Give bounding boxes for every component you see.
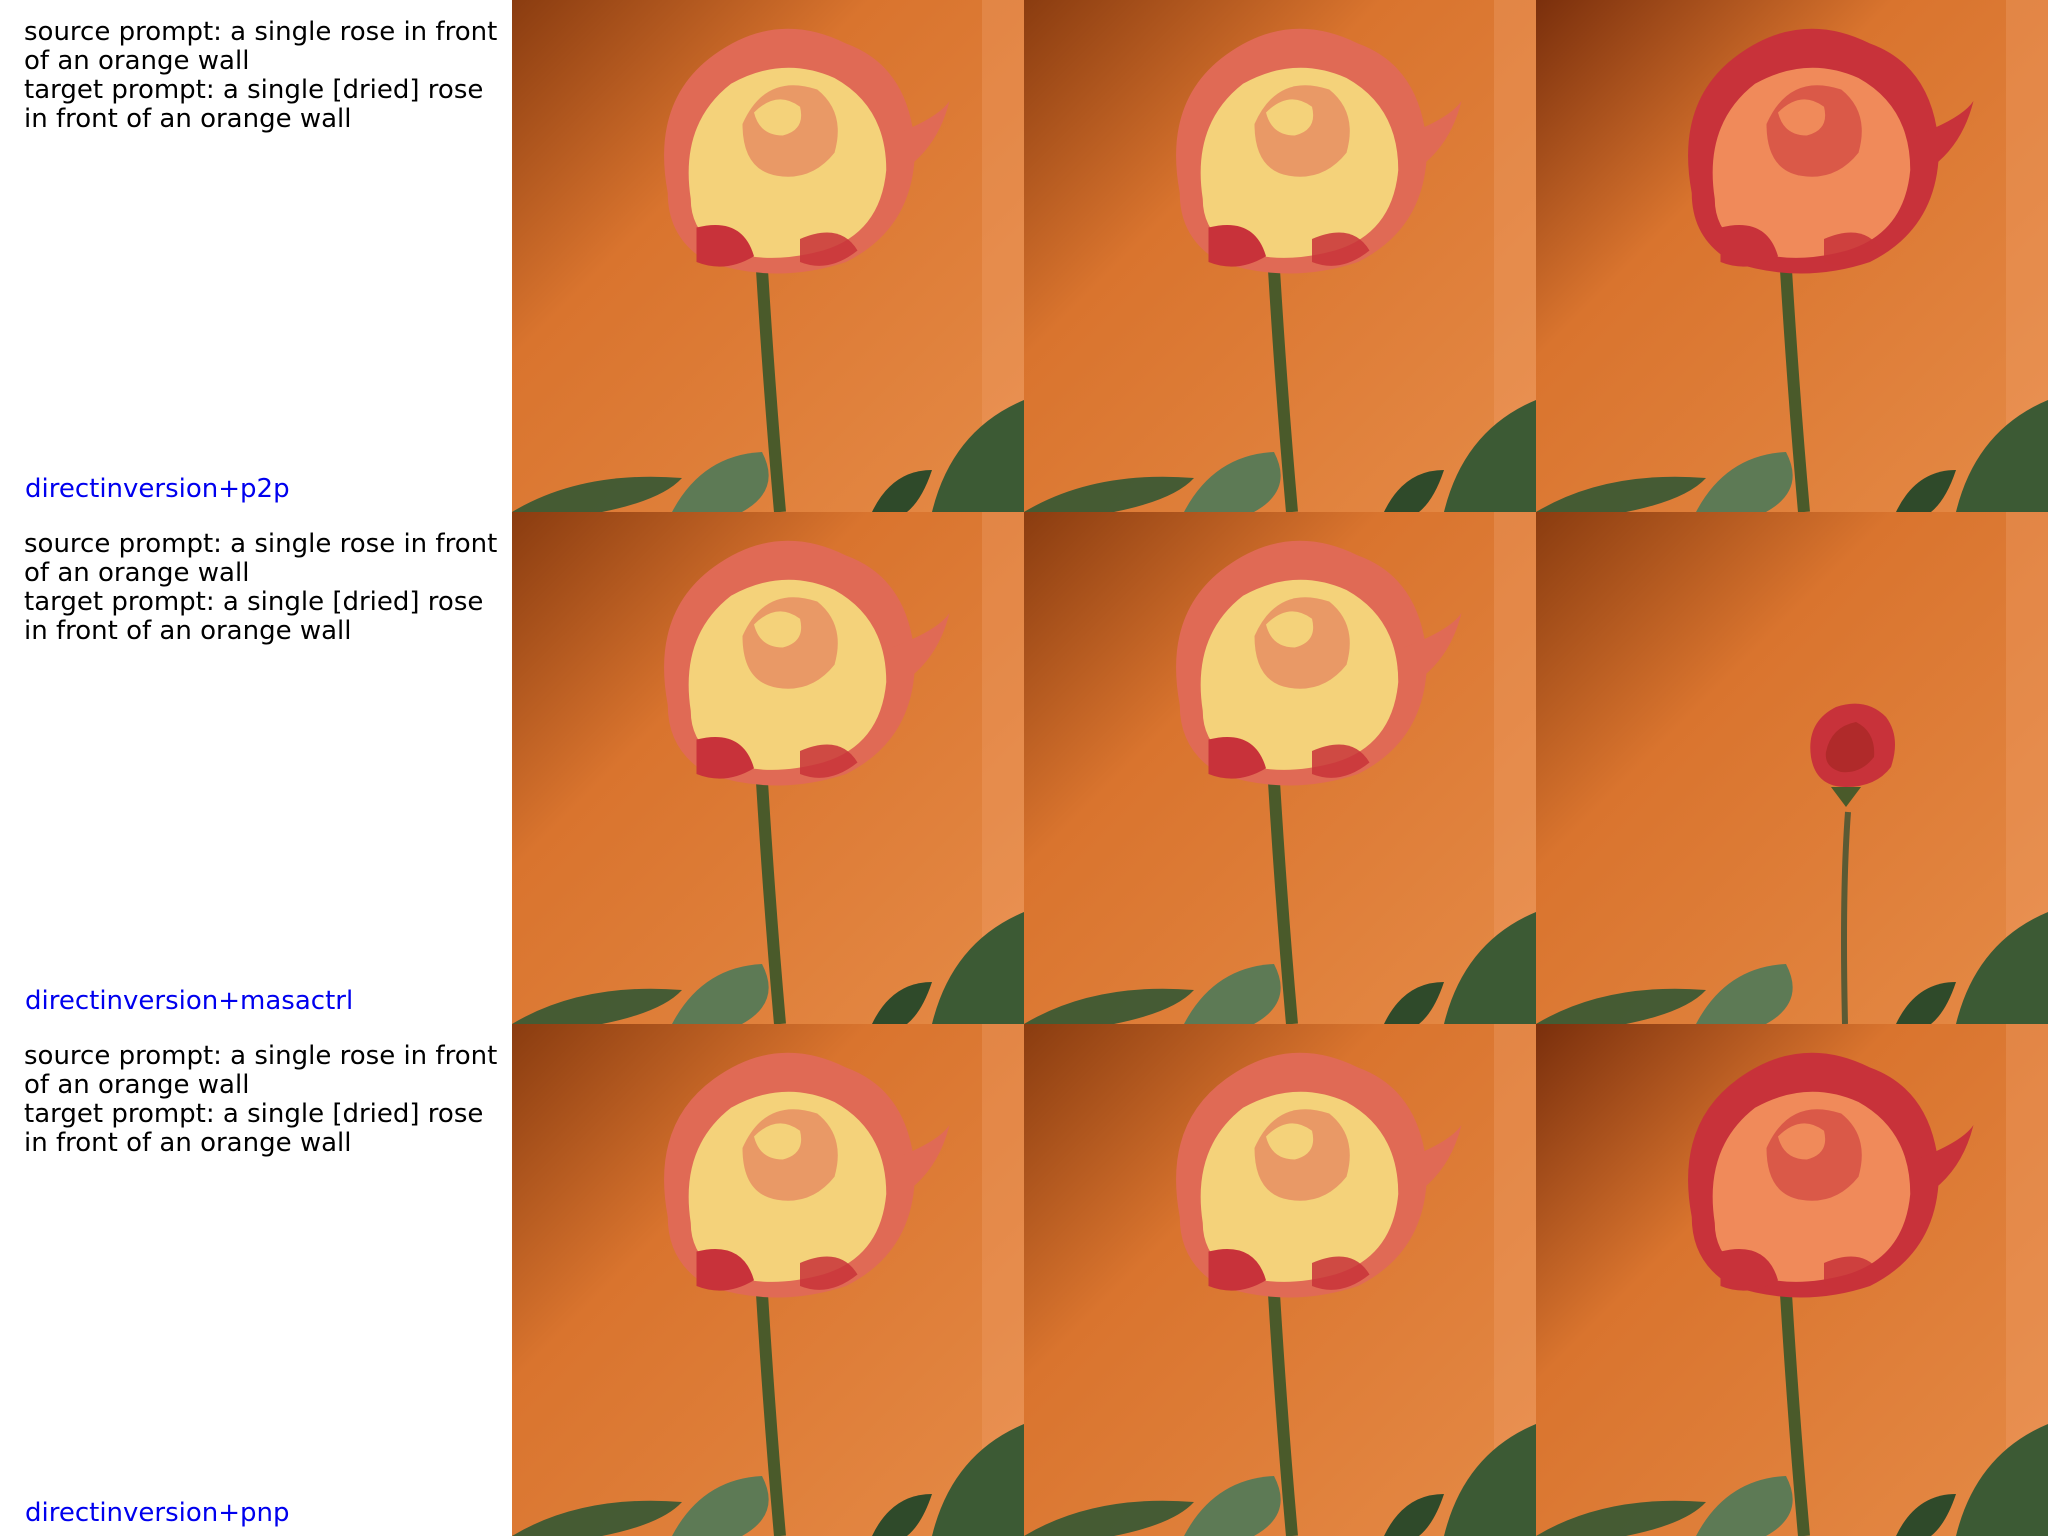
source-prompt: source prompt: a single rose in front of… (24, 17, 498, 76)
prompt-cell: source prompt: a single rose in front of… (0, 512, 512, 1024)
source-image (512, 512, 1024, 1024)
rose-photo (1536, 0, 2048, 512)
prompt-text: source prompt: a single rose in front of… (24, 18, 508, 134)
result-row: source prompt: a single rose in front of… (0, 0, 2048, 512)
rose-photo (512, 512, 1024, 1024)
source-prompt: source prompt: a single rose in front of… (24, 1041, 498, 1100)
method-label: directinversion+masactrl (25, 986, 354, 1016)
comparison-grid: source prompt: a single rose in front of… (0, 0, 2048, 1536)
rose-photo (1024, 1024, 1536, 1536)
target-prompt: target prompt: a single [dried] rose in … (24, 1099, 484, 1158)
prompt-text: source prompt: a single rose in front of… (24, 530, 508, 646)
prompt-text: source prompt: a single rose in front of… (24, 1042, 508, 1158)
edited-image (1536, 512, 2048, 1024)
source-image (512, 0, 1024, 512)
reconstruction-image (1024, 0, 1536, 512)
target-prompt: target prompt: a single [dried] rose in … (24, 75, 484, 134)
target-prompt: target prompt: a single [dried] rose in … (24, 587, 484, 646)
method-label: directinversion+pnp (25, 1498, 290, 1528)
method-label: directinversion+p2p (25, 474, 290, 504)
source-image (512, 1024, 1024, 1536)
rose-photo (1536, 1024, 2048, 1536)
source-prompt: source prompt: a single rose in front of… (24, 529, 498, 588)
edited-image (1536, 1024, 2048, 1536)
rose-photo (1024, 512, 1536, 1024)
rose-photo (512, 0, 1024, 512)
prompt-cell: source prompt: a single rose in front of… (0, 0, 512, 512)
result-row: source prompt: a single rose in front of… (0, 512, 2048, 1024)
rose-photo (1536, 512, 2048, 1024)
edited-image (1536, 0, 2048, 512)
result-row: source prompt: a single rose in front of… (0, 1024, 2048, 1536)
reconstruction-image (1024, 1024, 1536, 1536)
rose-photo (512, 1024, 1024, 1536)
prompt-cell: source prompt: a single rose in front of… (0, 1024, 512, 1536)
rose-photo (1024, 0, 1536, 512)
reconstruction-image (1024, 512, 1536, 1024)
